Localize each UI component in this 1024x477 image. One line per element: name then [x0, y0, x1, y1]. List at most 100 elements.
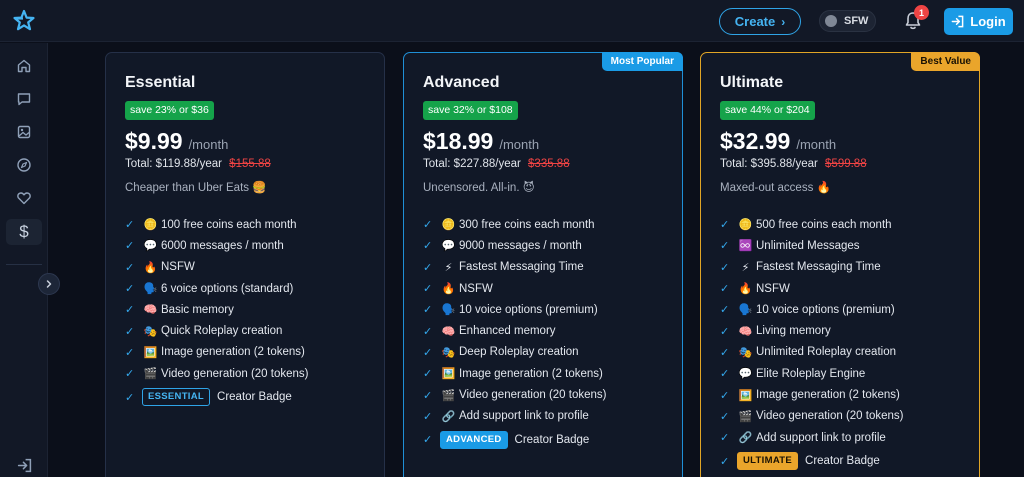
feature-text: Fastest Messaging Time [459, 261, 584, 274]
check-icon: ✓ [125, 346, 135, 359]
feature-item: ✓ 🧠 Basic memory [125, 299, 384, 320]
feature-text: 300 free coins each month [459, 218, 595, 231]
dollar-icon[interactable]: $ [6, 219, 42, 245]
tier-badge: ADVANCED [440, 430, 508, 449]
feature-text: Quick Roleplay creation [161, 325, 283, 338]
feature-emoji: 🎭 [441, 346, 456, 359]
plan-price: $32.99 [720, 128, 791, 154]
feature-text: 100 free coins each month [161, 218, 297, 231]
feature-emoji: 🗣️ [143, 283, 158, 296]
feature-emoji: 🔥 [441, 283, 456, 296]
sidebar: $ [0, 43, 60, 477]
feature-text: Video generation (20 tokens) [756, 410, 904, 423]
old-total: $599.88 [825, 158, 867, 170]
feature-emoji: 💬 [441, 240, 456, 253]
feature-item: ✓ 🗣️ 10 voice options (premium) [423, 299, 682, 320]
creator-badge-item: ✓ ADVANCED Creator Badge [423, 428, 682, 452]
feature-emoji: 🪙 [143, 219, 158, 232]
feature-emoji: 🔗 [738, 432, 753, 445]
dollar-glyph: $ [19, 222, 29, 241]
image-icon[interactable] [13, 121, 35, 143]
feature-item: ✓ ⚡ Fastest Messaging Time [423, 257, 682, 278]
plan-card-ultimate[interactable]: Best Value Ultimate save 44% or $204 $32… [700, 52, 980, 477]
feature-text: 10 voice options (premium) [459, 303, 598, 316]
yearly-total: Total: $119.88/year $155.88 [125, 158, 384, 174]
check-icon: ✓ [423, 325, 433, 338]
feature-emoji: 🔥 [143, 261, 158, 274]
check-icon: ✓ [720, 219, 730, 232]
compass-icon[interactable] [13, 154, 35, 176]
plan-price: $9.99 [125, 128, 183, 154]
chevron-right-icon: › [781, 14, 786, 29]
feature-item: ✓ 🔗 Add support link to profile [423, 406, 682, 427]
old-total: $335.88 [528, 158, 570, 170]
feature-list: ✓ 🪙 100 free coins each month ✓ 💬 6000 messa… [125, 214, 384, 409]
chat-icon[interactable] [13, 88, 35, 110]
check-icon: ✓ [125, 391, 135, 404]
chevron-right-icon [46, 280, 52, 288]
check-icon: ✓ [423, 368, 433, 381]
feature-emoji: 🎭 [143, 325, 158, 338]
top-bar: Create › SFW 1 Login [0, 0, 1024, 42]
feature-item: ✓ 💬 6000 messages / month [125, 235, 384, 256]
feature-item: ✓ 💬 Elite Roleplay Engine [720, 363, 979, 384]
check-icon: ✓ [720, 410, 730, 423]
feature-text: 6 voice options (standard) [161, 282, 294, 295]
plan-name: Ultimate [720, 74, 784, 91]
login-arrow-icon[interactable] [13, 454, 35, 476]
check-icon: ✓ [720, 368, 730, 381]
login-button[interactable]: Login [944, 8, 1013, 35]
plan-name: Essential [125, 74, 196, 91]
create-button[interactable]: Create › [719, 8, 801, 35]
feature-text: Basic memory [161, 303, 234, 316]
plan-card-advanced[interactable]: Most Popular Advanced save 32% or $108 $… [403, 52, 683, 477]
feature-text: Unlimited Messages [756, 239, 860, 252]
feature-text: Elite Roleplay Engine [756, 367, 866, 380]
sfw-label: SFW [844, 15, 869, 27]
sfw-toggle[interactable]: SFW [819, 10, 876, 32]
feature-emoji: 🗣️ [738, 304, 753, 317]
feature-emoji: 🖼️ [738, 389, 753, 402]
feature-emoji: 🖼️ [143, 346, 158, 359]
save-badge: save 32% or $108 [423, 101, 518, 120]
feature-text: 10 voice options (premium) [756, 303, 895, 316]
yearly-total: Total: $227.88/year $335.88 [423, 158, 682, 174]
feature-item: ✓ 🎭 Unlimited Roleplay creation [720, 342, 979, 363]
feature-item: ✓ 🔗 Add support link to profile [720, 427, 979, 448]
feature-emoji: 🗣️ [441, 304, 456, 317]
feature-item: ✓ 🔥 NSFW [423, 278, 682, 299]
toggle-knob [825, 15, 837, 27]
feature-emoji: 💬 [738, 368, 753, 381]
feature-text: Living memory [756, 325, 831, 338]
heart-icon[interactable] [13, 187, 35, 209]
login-arrow-icon [951, 15, 964, 28]
sidebar-collapse-button[interactable] [38, 273, 60, 295]
total-text: Total: $119.88/year [125, 158, 222, 170]
feature-item: ✓ 🎬 Video generation (20 tokens) [720, 406, 979, 427]
save-badge: save 44% or $204 [720, 101, 815, 120]
feature-text: Video generation (20 tokens) [459, 389, 607, 402]
feature-emoji: 🪙 [441, 219, 456, 232]
price-period: /month [796, 137, 837, 152]
feature-text: NSFW [459, 282, 493, 295]
check-icon: ✓ [720, 240, 730, 253]
tier-badge: ULTIMATE [737, 452, 799, 471]
plan-tagline: Maxed-out access 🔥 [720, 182, 831, 194]
yearly-total: Total: $395.88/year $599.88 [720, 158, 979, 174]
check-icon: ✓ [125, 240, 135, 253]
feature-emoji: 🧠 [441, 325, 456, 338]
star-logo-icon[interactable] [12, 9, 36, 33]
notification-badge: 1 [914, 5, 929, 20]
feature-text: Video generation (20 tokens) [161, 367, 309, 380]
plan-card-essential[interactable]: Essential save 23% or $36 $9.99 /month T… [105, 52, 385, 477]
home-icon[interactable] [13, 55, 35, 77]
feature-emoji: 💬 [143, 240, 158, 253]
check-icon: ✓ [125, 304, 135, 317]
feature-item: ✓ 🖼️ Image generation (2 tokens) [720, 384, 979, 405]
feature-text: Deep Roleplay creation [459, 346, 579, 359]
feature-item: ✓ 🧠 Living memory [720, 320, 979, 341]
create-label: Create [734, 14, 776, 29]
check-icon: ✓ [720, 304, 730, 317]
feature-item: ✓ ⚡ Fastest Messaging Time [720, 257, 979, 278]
tier-badge: ESSENTIAL [142, 388, 211, 407]
